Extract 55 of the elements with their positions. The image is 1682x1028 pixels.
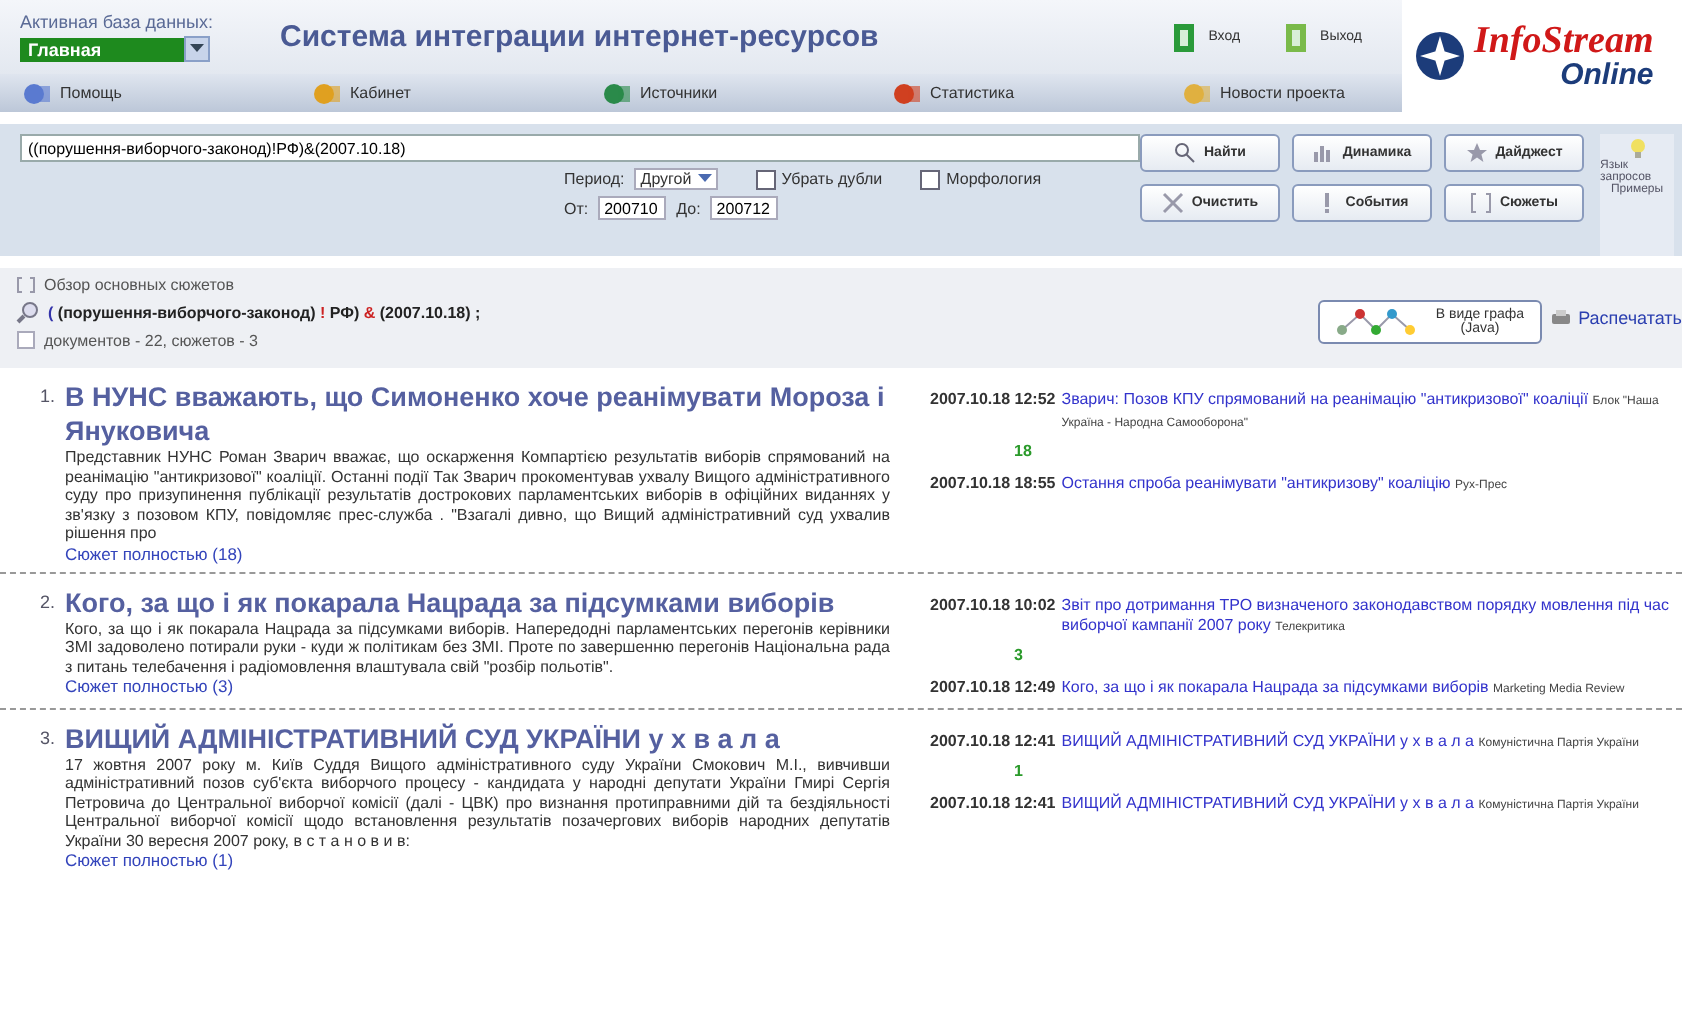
story-excerpt: 17 жовтня 2007 року м. Київ Суддя Вищого адміністративного суду України Смокович М.І., вивчивши адміністративний позов суб'єкта виборчого процесу - кандидата у народні депутати України Гмирі Сергія Петровича до Центральної виборчої комісії (далі - ЦВК) про визнання протиправними дій та бездіяльності Центральної виборчої комісії щодо встановлення результатів позачергових виборів народних депутатів України 30 вересня 2007 року, в с т а н о в и в: <box>65 755 890 850</box>
database-label: Активная база данных: <box>20 12 215 32</box>
summary-title: Обзор основных сюжетов <box>44 276 235 294</box>
checkbox[interactable]: Убрать дубли <box>755 169 883 189</box>
story-number: 2. <box>40 589 56 615</box>
period-label: Период: <box>564 170 625 188</box>
to-label: До: <box>676 199 701 217</box>
logo-subtitle: Online <box>1560 60 1654 90</box>
story-link[interactable]: Сюжет полностью (18) <box>65 543 890 563</box>
article-date: 2007.10.18 18:55 <box>930 474 1056 496</box>
from-label: От: <box>564 199 589 217</box>
story-number: 1. <box>40 384 56 410</box>
nav-item[interactable]: Источники <box>580 80 870 106</box>
document-count: 1 <box>1012 759 1025 783</box>
brackets-icon <box>16 276 36 294</box>
dropdown-icon[interactable] <box>184 36 210 62</box>
article-date: 2007.10.18 12:41 <box>930 793 1056 815</box>
star-icon <box>1465 142 1488 164</box>
story-title[interactable]: ВИЩИЙ АДМІНІСТРАТИВНИЙ СУД УКРАЇНИ у х в а л а <box>65 721 890 755</box>
story-title[interactable]: В НУНС вважають, що Симоненко хоче реанімувати Мороза і Януковича <box>65 380 890 448</box>
result-counts: документов - 22, сюжетов - 3 <box>44 331 258 349</box>
printer-icon <box>1550 308 1573 328</box>
to-field[interactable]: 200712 <box>710 196 779 220</box>
article-date: 2007.10.18 12:49 <box>930 677 1056 699</box>
from-field[interactable]: 200710 <box>598 196 667 220</box>
article-date: 2007.10.18 12:52 <box>930 390 1056 412</box>
nav-item[interactable]: Кабинет <box>290 80 580 106</box>
checkbox[interactable]: Морфология <box>920 169 1042 189</box>
story-number: 3. <box>40 725 56 751</box>
article-date: 2007.10.18 10:02 <box>930 595 1056 617</box>
query-field[interactable]: ((порушення-виборчого-законод)!РФ)&(2007.10.18) <box>20 134 1140 162</box>
story-link[interactable]: Сюжет полностью (1) <box>65 850 890 870</box>
brackets-icon <box>1469 192 1492 214</box>
story-title[interactable]: Кого, за що і як покарала Нацрада за підсумками виборів <box>65 585 890 619</box>
dropdown-icon <box>697 174 712 184</box>
period-select[interactable]: Другой <box>634 168 718 190</box>
graph-icon <box>1335 306 1416 338</box>
close-icon <box>1161 192 1184 214</box>
logo-icon <box>1414 30 1466 82</box>
document-count: 3 <box>1012 643 1025 667</box>
story-link[interactable]: Сюжет полностью (3) <box>65 676 890 696</box>
query-text: ( (порушення-виборчого-законод) ! РФ) & (2007.10.18) ; <box>48 303 481 321</box>
nav-item[interactable]: Помощь <box>0 80 290 106</box>
nav-item[interactable]: Новости проекта <box>1160 80 1345 106</box>
document-count: 18 <box>1012 440 1034 464</box>
document-icon <box>16 330 36 350</box>
nav-item[interactable]: Статистика <box>870 80 1160 106</box>
database-select[interactable]: Главная <box>20 37 184 61</box>
story-excerpt: Кого, за що і як покарала Нацрада за підсумками виборів. Напередодні парламентських перегонів керівники ЗМІ задоволено потирали руки - куди ж політикам без ЗМІ. Проте по завершенню перегонів Національна рада з питань телебачення і радіомовлення влаштувала свій "розбір польотів". <box>65 619 890 676</box>
app-title: Система интеграции интернет-ресурсов <box>280 20 881 54</box>
story-excerpt: Представник НУНС Роман Зварич вважає, що оскарження Компартією результатів виборів спрямований на реанімацію "антикризової" коаліції. Останні події Так Зварич прокоментував ухвалу Вищого адміністративного суду про призупинення публікації результатів дострокових парламентських виборів в офіційних виданнях у зв'язку з позовом КПУ, повідомляє прес-служба . "Взагалі дивно, що Вищий адміністративний суд ухвалив рішення про <box>65 448 890 543</box>
lightbulb-icon <box>1629 138 1645 160</box>
print-link[interactable]: Распечатать <box>1550 308 1682 332</box>
article-date: 2007.10.18 12:41 <box>930 731 1056 753</box>
logo-text: InfoStream <box>1474 22 1654 60</box>
